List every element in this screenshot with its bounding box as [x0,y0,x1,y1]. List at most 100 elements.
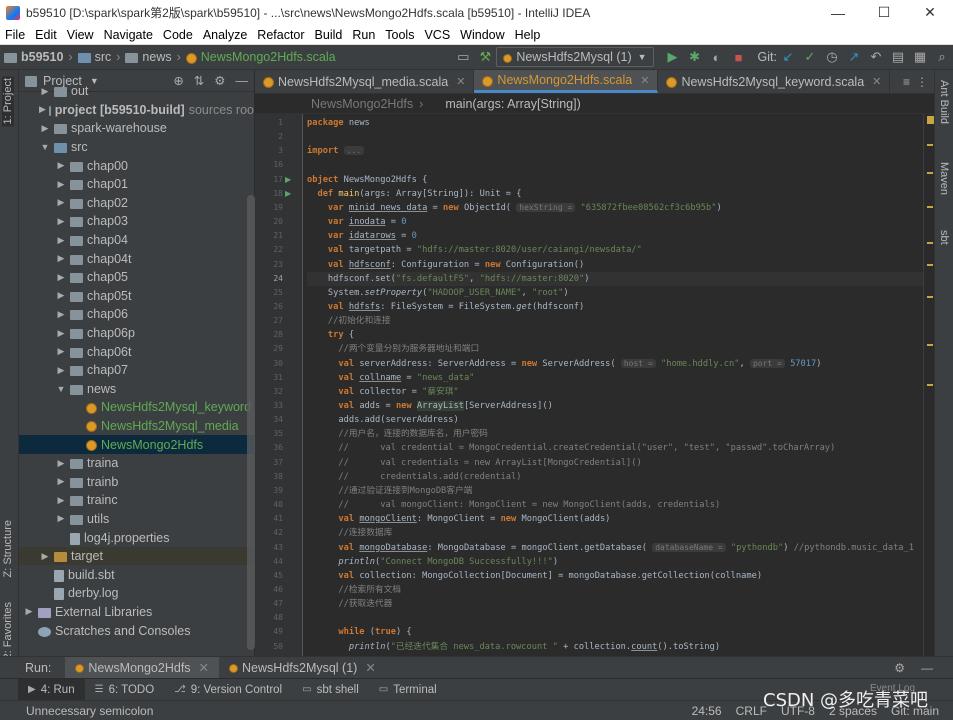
tree-item-newshdfs2mysql-media[interactable]: NewsHdfs2Mysql_media [19,417,254,436]
menu-analyze[interactable]: Analyze [198,25,252,45]
editor-scrollbar[interactable] [923,114,934,656]
chevron-right-icon[interactable]: ▶ [55,216,67,227]
tree-item-news[interactable]: ▼ news [19,380,254,399]
close-icon[interactable]: ✕ [199,660,209,675]
settings-icon[interactable]: ▤ [887,49,909,65]
line-number[interactable]: 36 [255,441,283,455]
chevron-right-icon[interactable]: ▶ [55,253,67,264]
tool-window-terminal[interactable]: ▭ Terminal [369,679,447,701]
line-number[interactable]: 29 [255,342,283,356]
line-number[interactable]: 21 [255,229,283,243]
code-line[interactable]: val mongoClient: MongoClient = new Mongo… [307,512,923,526]
code-line[interactable]: println("Connect MongoDB Successfully!!!… [307,555,923,569]
line-number[interactable]: 45 [255,569,283,583]
maven-tool-tab[interactable]: Maven [938,162,950,195]
code-line[interactable]: var idatarows = 0 [307,229,923,243]
target-icon[interactable]: ▭ [452,49,474,65]
line-number[interactable]: 37 [255,456,283,470]
caret-position[interactable]: 24:56 [692,704,722,718]
menu-view[interactable]: View [62,25,99,45]
run-gutter-icon[interactable]: ▶ [285,173,291,187]
menu-run[interactable]: Run [347,25,380,45]
line-number[interactable]: 17 [255,173,283,187]
split-icon[interactable]: ⋮ [916,75,928,89]
line-number[interactable]: 41 [255,512,283,526]
chevron-right-icon[interactable]: ▶ [55,235,67,246]
history-icon[interactable]: ◷ [821,49,843,65]
code-line[interactable]: println("已经迭代集合 news_data.rowcount " + c… [307,640,923,654]
code-line[interactable]: object NewsMongo2Hdfs { [307,173,923,187]
menu-refactor[interactable]: Refactor [252,25,309,45]
code-line[interactable]: //用户名，连接的数据库名，用户密码 [307,427,923,441]
line-number[interactable]: 27 [255,314,283,328]
tree-item-chap00[interactable]: ▶ chap00 [19,156,254,175]
editor-breadcrumb-method[interactable]: main(args: Array[String]) [445,97,580,111]
line-number[interactable]: 47 [255,597,283,611]
chevron-right-icon[interactable]: ▶ [39,86,51,97]
favorites-tool-tab[interactable]: 2: Favorites [2,602,14,659]
chevron-down-icon[interactable]: ▼ [39,142,51,152]
code-line[interactable]: adds.add(serverAddress) [307,413,923,427]
run-config-select[interactable]: NewsHdfs2Mysql (1) ▼ [496,47,654,67]
editor-breadcrumb-object[interactable]: NewsMongo2Hdfs [311,97,413,111]
line-number[interactable]: 48 [255,611,283,625]
menu-vcs[interactable]: VCS [419,25,455,45]
code-line[interactable]: //通过验证连接到MongoDB客户端 [307,484,923,498]
menu-navigate[interactable]: Navigate [99,25,158,45]
tree-item-chap03[interactable]: ▶ chap03 [19,212,254,231]
line-number[interactable]: 23 [255,258,283,272]
breadcrumb-project[interactable]: b59510 [21,50,63,64]
close-icon[interactable]: ✕ [640,74,649,87]
line-number[interactable]: 33 [255,399,283,413]
chevron-right-icon[interactable]: ▶ [55,458,67,469]
chevron-right-icon[interactable]: ▶ [55,365,67,376]
hide-icon[interactable]: — [921,661,933,675]
tree-item-target[interactable]: ▶ target [19,546,254,566]
project-scrollbar[interactable] [247,195,255,650]
menu-window[interactable]: Window [455,25,509,45]
close-button[interactable]: ✕ [907,4,953,21]
chevron-right-icon[interactable]: ▶ [55,160,67,171]
line-number[interactable]: 20 [255,215,283,229]
chevron-right-icon[interactable]: ▶ [55,272,67,283]
search-icon[interactable]: ⌕ [931,49,953,65]
project-structure-icon[interactable]: ▦ [909,49,931,65]
stop-icon[interactable]: ■ [728,50,750,65]
tree-item-build-sbt[interactable]: build.sbt [19,565,254,584]
tree-item-trainc[interactable]: ▶ trainc [19,491,254,510]
sbt-tool-tab[interactable]: sbt [938,230,950,245]
line-number[interactable]: 26 [255,300,283,314]
line-number[interactable]: 42 [255,526,283,540]
line-number[interactable]: 31 [255,371,283,385]
breadcrumb-src[interactable]: src [95,50,112,64]
chevron-right-icon[interactable]: ▶ [39,123,51,134]
code-line[interactable]: //检索所有文档 [307,583,923,597]
build-hammer-icon[interactable]: ⚒ [474,49,496,65]
tree-item-scratches-and-consoles[interactable]: Scratches and Consoles [19,621,254,640]
recent-files-icon[interactable]: ≡ [903,75,910,89]
breadcrumb-news[interactable]: news [142,50,171,64]
line-number[interactable]: 34 [255,413,283,427]
git-push-icon[interactable]: ↗ [843,49,865,65]
editor-tab-newshdfs2mysql-media-scala[interactable]: NewsHdfs2Mysql_media.scala ✕ [255,70,475,93]
code-line[interactable]: def main(args: Array[String]): Unit = { [307,187,923,201]
code-line[interactable]: //两个变量分别为服务器地址和端口 [307,342,923,356]
chevron-right-icon[interactable]: ▶ [55,513,67,524]
tree-item-chap06t[interactable]: ▶ chap06t [19,342,254,361]
git-commit-icon[interactable]: ✓ [799,49,821,65]
line-number[interactable]: 18 [255,187,283,201]
editor-tab-newshdfs2mysql-keyword-scala[interactable]: NewsHdfs2Mysql_keyword.scala ✕ [658,70,891,93]
tree-item-chap04t[interactable]: ▶ chap04t [19,249,254,268]
line-number[interactable]: 1 [255,116,283,130]
code-line[interactable]: package news [307,116,923,130]
breadcrumb-file[interactable]: NewsMongo2Hdfs.scala [201,50,336,64]
code-line[interactable]: while (true) { [307,625,923,639]
tree-item-chap04[interactable]: ▶ chap04 [19,231,254,250]
tree-item-external-libraries[interactable]: ▶ External Libraries [19,603,254,622]
line-number[interactable]: 3 [255,144,283,158]
tree-item-project-b59510-build[interactable]: ▶ project [b59510-build] sources roo [19,101,254,120]
close-icon[interactable]: ✕ [872,75,881,88]
chevron-right-icon[interactable]: ▶ [55,328,67,339]
close-icon[interactable]: ✕ [365,660,375,675]
code-line[interactable]: // credentials.add(credential) [307,470,923,484]
